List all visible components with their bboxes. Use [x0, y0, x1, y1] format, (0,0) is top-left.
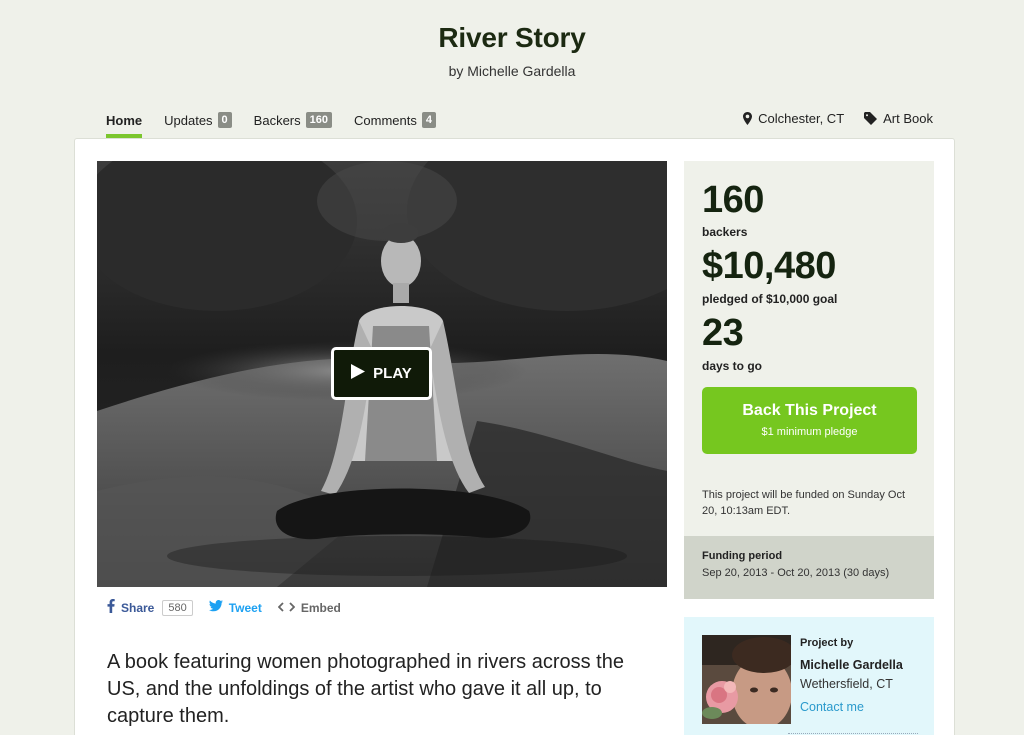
backers-label: backers — [702, 225, 748, 239]
creator-box: Project by Michelle Gardella Wethersfiel… — [684, 617, 934, 735]
map-pin-icon — [743, 112, 753, 125]
days-label: days to go — [702, 359, 763, 373]
play-label: PLAY — [373, 365, 412, 382]
tab-home-label: Home — [106, 112, 143, 128]
category-link[interactable]: Art Book — [864, 111, 933, 126]
comments-count-badge: 4 — [421, 112, 436, 128]
project-blurb: A book featuring women photographed in r… — [107, 651, 624, 727]
location-label: Colchester, CT — [758, 111, 845, 126]
category-label: Art Book — [883, 111, 933, 126]
tab-backers-label: Backers — [253, 112, 301, 128]
project-card: PLAY Share 580 Tweet Embed A book featur… — [74, 138, 955, 735]
back-project-button[interactable]: Back This Project $1 minimum pledge — [702, 387, 917, 454]
funding-period-value: Sep 20, 2013 - Oct 20, 2013 (30 days) — [702, 567, 890, 579]
project-title: River Story — [438, 22, 586, 53]
share-count: 580 — [162, 599, 193, 616]
stats-panel: 160 backers $10,480 pledged of $10,000 g… — [684, 161, 934, 536]
embed-icon — [277, 601, 296, 615]
tab-updates[interactable]: Updates 0 — [164, 108, 232, 132]
play-icon — [351, 364, 366, 383]
funding-period-label: Funding period — [702, 550, 783, 562]
minimum-pledge-label: $1 minimum pledge — [761, 426, 858, 438]
backers-count: 160 — [702, 179, 764, 221]
project-nav: Home Updates 0 Backers 160 Comments 4 — [106, 108, 458, 138]
share-label: Share — [121, 600, 155, 615]
funding-note: This project will be funded on Sunday Oc… — [702, 489, 906, 517]
creator-name[interactable]: Michelle Gardella — [800, 658, 903, 672]
tab-updates-label: Updates — [164, 112, 213, 128]
tweet-label: Tweet — [228, 600, 262, 615]
project-by-label: Project by — [800, 637, 854, 649]
creator-location: Wethersfield, CT — [800, 677, 893, 691]
video-player[interactable]: PLAY — [97, 161, 667, 587]
tweet-button[interactable]: Tweet — [208, 600, 262, 615]
location-link[interactable]: Colchester, CT — [743, 111, 844, 126]
funding-period: Funding period Sep 20, 2013 - Oct 20, 20… — [684, 536, 934, 599]
backers-count-badge: 160 — [305, 112, 332, 128]
tab-backers[interactable]: Backers 160 — [254, 108, 332, 132]
page-header: River Story by Michelle Gardella — [0, 0, 1024, 100]
project-meta: Colchester, CT Art Book — [743, 111, 933, 126]
facebook-icon — [107, 599, 115, 616]
share-bar: Share 580 Tweet Embed — [107, 599, 357, 616]
twitter-icon — [208, 600, 223, 615]
tag-icon — [864, 112, 878, 125]
project-byline[interactable]: by Michelle Gardella — [0, 63, 1024, 79]
contact-creator-link[interactable]: Contact me — [800, 700, 864, 714]
days-count: 23 — [702, 312, 744, 354]
tab-comments[interactable]: Comments 4 — [354, 108, 436, 132]
play-button[interactable]: PLAY — [331, 347, 432, 400]
updates-count-badge: 0 — [217, 112, 232, 128]
divider — [788, 733, 918, 734]
creator-avatar[interactable] — [702, 635, 791, 724]
tab-comments-label: Comments — [354, 112, 417, 128]
pledged-amount: $10,480 — [702, 245, 836, 287]
tab-home[interactable]: Home — [106, 108, 143, 138]
embed-label: Embed — [300, 600, 341, 615]
facebook-share-button[interactable]: Share 580 — [107, 599, 193, 616]
back-project-label: Back This Project — [742, 402, 877, 419]
embed-button[interactable]: Embed — [277, 600, 341, 615]
pledged-label: pledged of $10,000 goal — [702, 292, 838, 306]
